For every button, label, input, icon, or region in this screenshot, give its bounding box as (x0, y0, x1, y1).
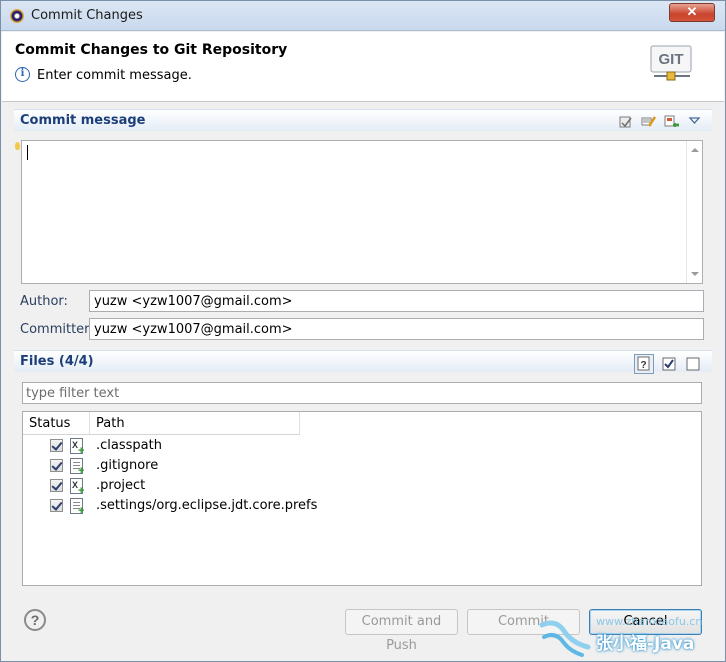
select-all-icon[interactable] (660, 354, 680, 374)
title-bar: Commit Changes ✕ (1, 1, 725, 31)
file-row[interactable]: + .gitignore (23, 456, 701, 477)
file-row[interactable]: X + .classpath (23, 436, 701, 457)
deselect-all-icon[interactable] (684, 354, 704, 374)
files-section-header: Files (4/4) (14, 350, 712, 372)
commit-message-input[interactable] (21, 140, 703, 284)
git-logo-text: GIT (659, 51, 684, 68)
files-title: Files (4/4) (20, 354, 94, 369)
view-menu-icon[interactable] (687, 114, 702, 129)
file-path: .project (96, 478, 146, 493)
file-row[interactable]: X + .project (23, 476, 701, 497)
info-icon: i (15, 67, 30, 82)
file-row[interactable]: + .settings/org.eclipse.jdt.core.prefs (23, 496, 701, 517)
text-file-add-icon: + (70, 458, 84, 477)
header-message: Enter commit message. (37, 68, 192, 83)
signed-off-icon[interactable] (664, 114, 679, 129)
committer-field[interactable]: yuzw <yzw1007@gmail.com> (89, 318, 704, 340)
file-checkbox[interactable] (50, 499, 63, 512)
commit-and-push-button[interactable]: Commit and Push (345, 609, 458, 653)
edit-message-icon[interactable] (641, 114, 656, 129)
text-caret (27, 145, 28, 160)
xml-file-add-icon: X + (70, 478, 85, 497)
file-checkbox[interactable] (50, 439, 63, 452)
committer-label: Committer: (20, 322, 94, 337)
file-checkbox[interactable] (50, 459, 63, 472)
file-checkbox[interactable] (50, 479, 63, 492)
file-path: .settings/org.eclipse.jdt.core.prefs (96, 498, 318, 513)
content-assist-bulb-icon (15, 142, 20, 150)
git-logo-icon: GIT (650, 45, 692, 81)
svg-text:?: ? (640, 360, 646, 371)
message-scrollbar[interactable] (686, 141, 702, 283)
scroll-up-icon[interactable] (691, 148, 699, 152)
spellcheck-icon[interactable] (618, 114, 633, 129)
commit-dialog: Commit Changes ✕ Commit Changes to Git R… (0, 0, 726, 662)
author-field[interactable]: yuzw <yzw1007@gmail.com> (89, 290, 704, 312)
file-path: .classpath (96, 438, 162, 453)
file-path: .gitignore (96, 458, 159, 473)
help-icon[interactable]: ? (24, 609, 46, 631)
files-table: Status Path X + .classpath + .gitignore X… (22, 411, 702, 586)
dialog-header: Commit Changes to Git Repository i Enter… (2, 32, 724, 102)
author-label: Author: (20, 294, 68, 309)
xml-file-add-icon: X + (70, 438, 85, 457)
scroll-down-icon[interactable] (691, 272, 699, 276)
cancel-button[interactable]: Cancel (589, 609, 702, 635)
header-title: Commit Changes to Git Repository (15, 42, 288, 58)
close-button[interactable]: ✕ (669, 3, 715, 22)
commit-button[interactable]: Commit (467, 609, 580, 635)
text-file-add-icon: + (70, 498, 84, 517)
column-header-status[interactable]: Status (23, 412, 90, 435)
window-title: Commit Changes (31, 8, 143, 23)
commit-message-title: Commit message (20, 113, 146, 128)
commit-message-section-header: Commit message (14, 109, 712, 131)
file-filter-input[interactable] (22, 382, 702, 404)
show-untracked-icon[interactable]: ? (634, 354, 654, 374)
eclipse-icon (10, 9, 24, 23)
column-header-path[interactable]: Path (90, 412, 300, 435)
